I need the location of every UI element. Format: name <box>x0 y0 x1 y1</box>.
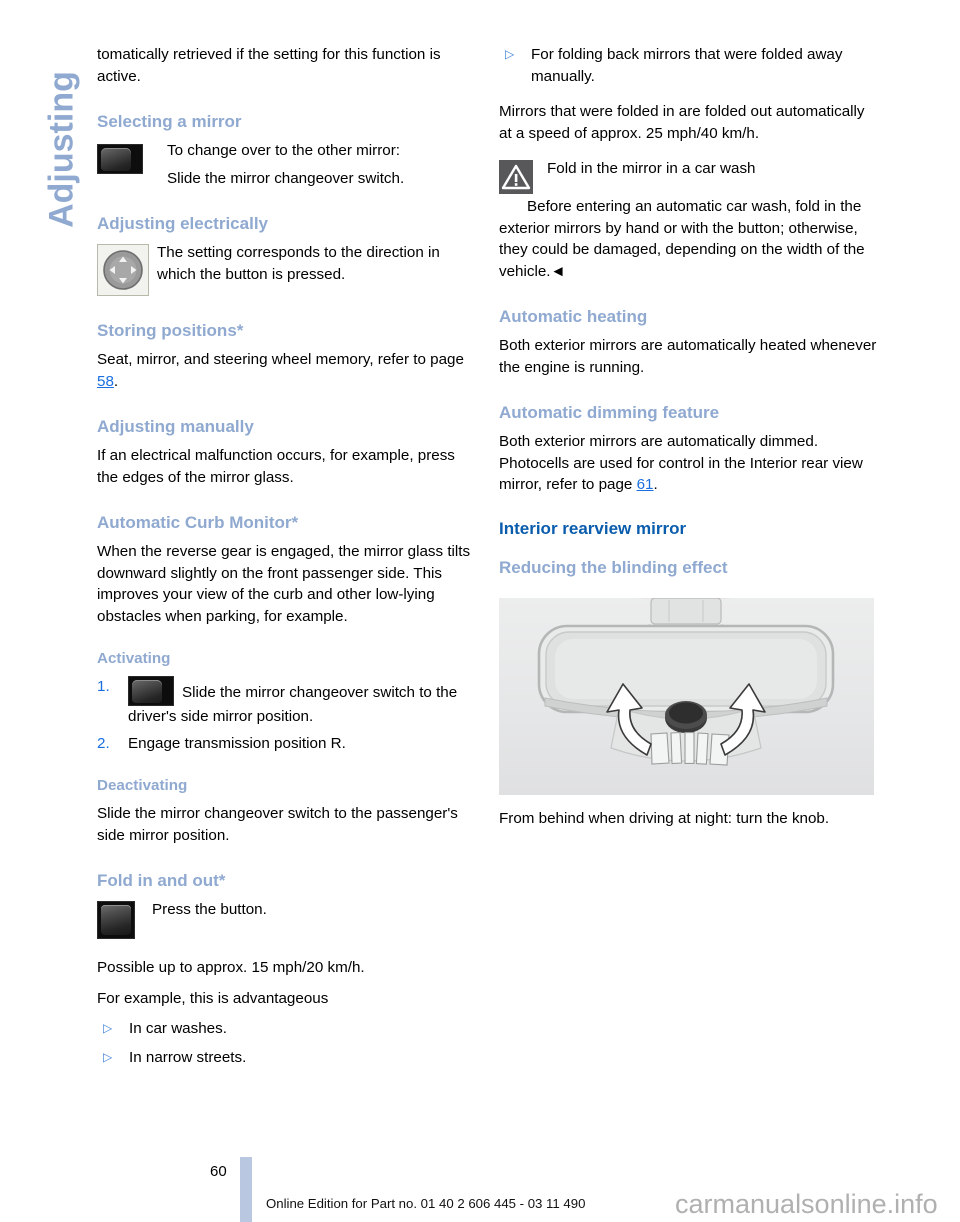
directional-pad-button-icon <box>97 244 149 296</box>
list-item: ▷ In narrow streets. <box>97 1047 477 1069</box>
adjusting-electrically-text: The setting corresponds to the direction… <box>157 244 440 283</box>
footer-accent-bar <box>240 1157 252 1222</box>
figure-caption: From behind when driving at night: turn … <box>499 810 830 827</box>
intro-paragraph: tomatically retrieved if the setting for… <box>97 46 441 85</box>
selecting-mirror-line-2: Slide the mirror changeover switch. <box>167 169 405 187</box>
automatic-dimming-text-after: . <box>653 476 658 493</box>
fold-mirror-button-icon <box>97 901 135 939</box>
automatic-curb-monitor-text: When the reverse gear is engaged, the mi… <box>97 543 471 625</box>
automatic-dimming-text-before: Both exterior mirrors are automatically … <box>499 433 863 493</box>
adjusting-electrically-block: The setting corresponds to the direction… <box>97 242 477 296</box>
fold-in-out-block: Press the button. <box>97 899 477 943</box>
storing-positions-text: Seat, mirror, and steering wheel memory,… <box>97 349 477 392</box>
heading-adjusting-electrically: Adjusting electrically <box>97 214 268 233</box>
heading-reducing-the-blinding-effect: Reducing the blinding effect <box>499 557 728 577</box>
bullet-text: In narrow streets. <box>129 1048 247 1066</box>
selecting-mirror-block: To change over to the other mirror: Slid… <box>97 140 477 189</box>
heading-adjusting-manually: Adjusting manually <box>97 417 254 436</box>
bullet-text: For folding back mirrors that were folde… <box>531 46 843 85</box>
bullet-text: In car washes. <box>129 1020 227 1037</box>
activating-step-2-text: Engage transmission position R. <box>128 734 346 752</box>
page-content: tomatically retrieved if the setting for… <box>0 0 960 1222</box>
right-column: ▷ For folding back mirrors that were fol… <box>499 44 879 586</box>
fold-back-list: ▷ For folding back mirrors that were fol… <box>499 44 879 87</box>
left-column: tomatically retrieved if the setting for… <box>97 44 477 1075</box>
warning-title-row: Fold in the mirror in a car wash <box>499 158 879 194</box>
deactivating-text: Slide the mirror changeover switch to th… <box>97 805 458 844</box>
heading-activating: Activating <box>97 650 171 667</box>
warning-body: Before entering an automatic car wash, f… <box>499 198 865 280</box>
activating-steps: 1. Slide the mirror changeover switch to… <box>97 676 477 754</box>
warning-title: Fold in the mirror in a car wash <box>547 160 756 177</box>
step-marker-2: 2. <box>97 734 110 752</box>
selecting-mirror-line-1: To change over to the other mirror: <box>167 142 400 159</box>
activating-step-1-text: Slide the mirror changeover switch to th… <box>128 684 458 725</box>
automatic-heating-text: Both exterior mirrors are automatically … <box>499 337 877 376</box>
list-item: ▷ For folding back mirrors that were fol… <box>499 44 879 87</box>
list-item: ▷ In car washes. <box>97 1018 477 1040</box>
fold-advantage-list: ▷ In car washes. ▷ In narrow streets. <box>97 1018 477 1068</box>
bullet-marker-icon: ▷ <box>103 1021 113 1035</box>
storing-positions-text-before: Seat, mirror, and steering wheel memory,… <box>97 351 464 368</box>
mirror-changeover-switch-icon <box>128 676 174 706</box>
heading-interior-rearview-mirror: Interior rearview mirror <box>499 518 687 538</box>
heading-automatic-dimming-feature: Automatic dimming feature <box>499 403 720 422</box>
footer-edition-line: Online Edition for Part no. 01 40 2 606 … <box>266 1196 586 1211</box>
fold-in-out-press-text: Press the button. <box>152 901 267 918</box>
watermark: carmanualsonline.info <box>675 1189 938 1219</box>
heading-deactivating: Deactivating <box>97 777 188 794</box>
heading-automatic-curb-monitor: Automatic Curb Monitor* <box>97 513 299 532</box>
warning-triangle-icon <box>499 160 533 194</box>
step-marker-1: 1. <box>97 678 110 695</box>
heading-fold-in-and-out: Fold in and out* <box>97 871 226 890</box>
page-number: 60 <box>210 1163 227 1180</box>
adjusting-manually-text: If an electrical malfunction occurs, for… <box>97 447 455 486</box>
fold-speed-text: Possible up to approx. 15 mph/20 km/h. <box>97 959 365 976</box>
bullet-marker-icon: ▷ <box>103 1049 113 1064</box>
page-link-61[interactable]: 61 <box>637 476 654 493</box>
list-item: 1. Slide the mirror changeover switch to… <box>97 676 477 728</box>
heading-automatic-heating: Automatic heating <box>499 307 648 326</box>
fold-example-text: For example, this is advantageous <box>97 989 329 1007</box>
bullet-marker-icon: ▷ <box>505 47 515 61</box>
fold-out-paragraph: Mirrors that were folded in are folded o… <box>499 103 865 142</box>
list-item: 2. Engage transmission position R. <box>97 733 477 755</box>
page-link-58[interactable]: 58 <box>97 373 114 390</box>
automatic-dimming-text: Both exterior mirrors are automatically … <box>499 431 879 496</box>
storing-positions-text-after: . <box>113 372 119 390</box>
heading-selecting-a-mirror: Selecting a mirror <box>97 112 242 131</box>
mirror-changeover-switch-icon <box>97 144 143 174</box>
heading-storing-positions: Storing positions* <box>97 321 244 340</box>
interior-rearview-mirror-illustration <box>499 598 874 795</box>
